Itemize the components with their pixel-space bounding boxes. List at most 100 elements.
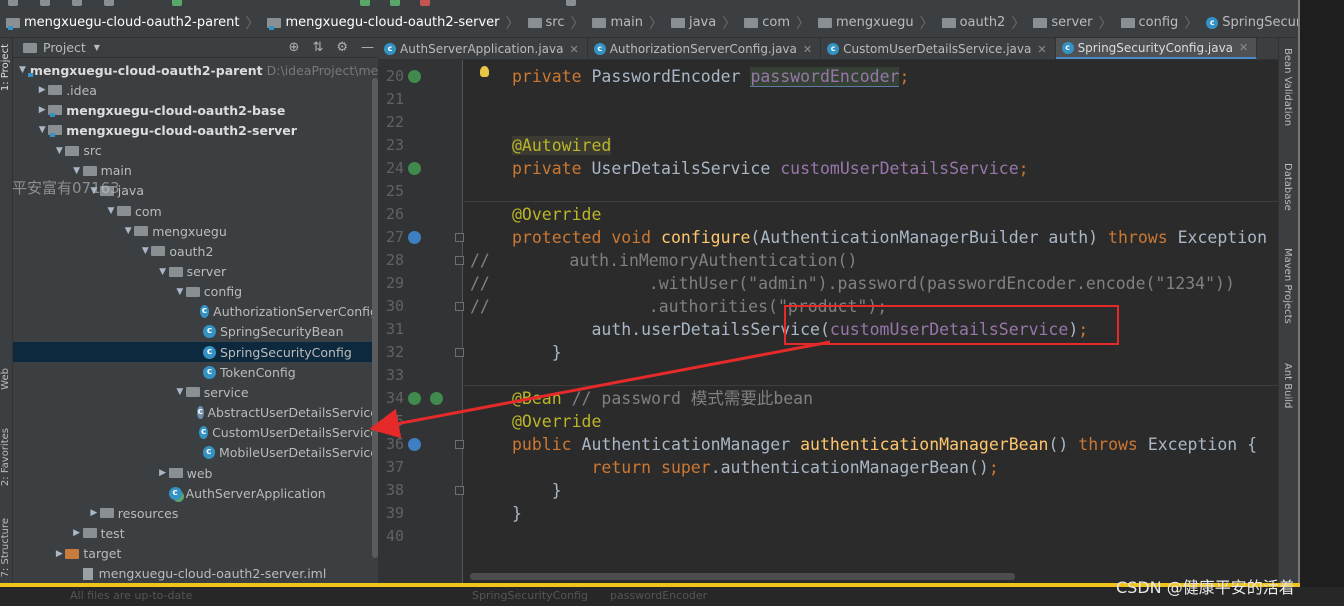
tree-item[interactable]: ▼ config <box>13 282 378 302</box>
editor-tab[interactable]: c AuthorizationServerConfig.java ✕ <box>588 38 822 59</box>
tree-item[interactable]: ▼ mengxuegu <box>13 221 378 241</box>
bean-injection-icon[interactable] <box>408 392 421 405</box>
code-line[interactable]: } <box>512 341 562 364</box>
structure-icon[interactable] <box>566 0 576 6</box>
tree-item[interactable]: ▶ target <box>13 544 378 564</box>
tree-item[interactable]: c SpringSecurityConfig <box>13 342 378 363</box>
tree-item[interactable]: ▶ .idea <box>13 80 378 100</box>
tree-item[interactable]: c MobileUserDetailsService <box>13 443 378 463</box>
code-line[interactable]: public AuthenticationManager authenticat… <box>512 433 1257 456</box>
status-breadcrumb-field[interactable]: passwordEncoder <box>610 589 707 602</box>
intention-bulb-icon[interactable] <box>480 66 489 77</box>
project-tool-tab[interactable]: 1: Project <box>0 44 13 91</box>
hide-panel-icon[interactable]: — <box>361 40 374 55</box>
expand-arrow-icon[interactable]: ▼ <box>122 226 134 236</box>
expand-arrow-icon[interactable]: ▼ <box>53 146 65 156</box>
status-breadcrumb-class[interactable]: SpringSecurityConfig <box>472 589 588 602</box>
collapse-arrow-icon[interactable]: ▶ <box>88 508 100 518</box>
editor-horizontal-scrollbar[interactable] <box>470 573 1015 580</box>
breadcrumb-item[interactable]: mengxuegu-cloud-oauth2-parent <box>4 15 241 30</box>
fold-marker-icon[interactable] <box>455 256 464 265</box>
tree-item[interactable]: ▶ mengxuegu-cloud-oauth2-base <box>13 100 378 120</box>
run-config-icon[interactable] <box>172 0 182 6</box>
expand-arrow-icon[interactable]: ▼ <box>71 166 83 176</box>
editor-tab[interactable]: c CustomUserDetailsService.java ✕ <box>821 38 1056 59</box>
collapse-arrow-icon[interactable]: ▶ <box>53 549 65 559</box>
fold-marker-icon[interactable] <box>455 486 464 495</box>
expand-arrow-icon[interactable]: ▼ <box>157 267 169 277</box>
editor-tab[interactable]: c SpringSecurityConfig.java ✕ <box>1055 38 1258 59</box>
bean-injection-icon[interactable] <box>408 162 421 175</box>
fold-marker-icon[interactable] <box>455 233 464 242</box>
tree-item[interactable]: ▼ server <box>13 262 378 282</box>
code-line[interactable]: return super.authenticationManagerBean()… <box>512 456 998 479</box>
bean-injection-icon[interactable] <box>408 70 421 83</box>
breadcrumb-item[interactable]: mengxuegu <box>816 15 916 30</box>
code-line[interactable]: private UserDetailsService customUserDet… <box>512 157 1029 180</box>
tree-item[interactable]: ▶ resources <box>13 503 378 523</box>
debug-icon[interactable] <box>390 0 400 6</box>
breadcrumb-item[interactable]: server <box>1031 15 1094 30</box>
tree-item[interactable]: ▼ service <box>13 382 378 402</box>
tree-item[interactable]: ▼ src <box>13 141 378 161</box>
gear-icon[interactable]: ⚙ <box>336 40 348 55</box>
breadcrumb-item[interactable]: cSpringSecurityConfig <box>1204 15 1300 30</box>
fold-marker-icon[interactable] <box>455 440 464 449</box>
code-line[interactable]: @Autowired <box>512 134 612 157</box>
structure-tool-tab[interactable]: 7: Structure <box>0 518 13 577</box>
tree-item[interactable]: ▼ com <box>13 201 378 221</box>
stop-icon[interactable] <box>420 0 430 6</box>
tree-item[interactable]: c TokenConfig <box>13 362 378 382</box>
tree-item[interactable]: ▼ oauth2 <box>13 241 378 261</box>
back-icon[interactable] <box>72 0 82 6</box>
code-line[interactable]: } <box>512 502 522 525</box>
collapse-all-icon[interactable]: ⇅ <box>312 40 323 55</box>
code-line[interactable]: @Bean // password 模式需要此bean <box>512 387 813 410</box>
breadcrumb-item[interactable]: oauth2 <box>940 15 1008 30</box>
tree-item[interactable]: ▶ web <box>13 463 378 483</box>
code-line[interactable]: // .withUser("admin").password(passwordE… <box>470 272 1235 295</box>
favorites-tool-tab[interactable]: 2: Favorites <box>0 428 13 486</box>
bean-validation-tool-tab[interactable]: Bean Validation <box>1282 48 1293 126</box>
breadcrumb-item[interactable]: java <box>669 15 718 30</box>
forward-icon[interactable] <box>104 0 114 6</box>
code-line[interactable]: @Override <box>512 410 601 433</box>
expand-arrow-icon[interactable]: ▼ <box>105 206 117 216</box>
scroll-from-source-icon[interactable]: ⊕ <box>289 40 300 55</box>
collapse-arrow-icon[interactable]: ▶ <box>36 105 48 115</box>
override-method-icon[interactable] <box>408 231 421 244</box>
code-line[interactable]: } <box>512 479 562 502</box>
expand-arrow-icon[interactable]: ▼ <box>139 246 151 256</box>
tree-item[interactable]: mengxuegu-cloud-oauth2-server.iml <box>13 564 378 583</box>
breadcrumb-item[interactable]: main <box>590 15 644 30</box>
collapse-arrow-icon[interactable]: ▶ <box>36 85 48 95</box>
breadcrumb-item[interactable]: config <box>1119 15 1181 30</box>
editor-tab[interactable]: c AuthServerApplication.java ✕ <box>378 38 588 59</box>
expand-arrow-icon[interactable]: ▼ <box>174 387 186 397</box>
code-line[interactable]: // auth.inMemoryAuthentication() <box>470 249 857 272</box>
collapse-arrow-icon[interactable]: ▶ <box>157 468 169 478</box>
close-icon[interactable]: ✕ <box>569 43 578 56</box>
expand-arrow-icon[interactable]: ▼ <box>36 125 48 135</box>
save-icon[interactable] <box>8 0 18 6</box>
code-line[interactable]: @Override <box>512 203 601 226</box>
expand-arrow-icon[interactable]: ▼ <box>19 65 26 75</box>
fold-marker-icon[interactable] <box>455 348 464 357</box>
fold-marker-icon[interactable] <box>455 302 464 311</box>
database-tool-tab[interactable]: Database <box>1282 163 1293 211</box>
run-icon[interactable] <box>360 0 370 6</box>
tree-item[interactable]: c AuthServerApplication <box>13 483 378 503</box>
tree-item[interactable]: c AbstractUserDetailsService <box>13 403 378 423</box>
breadcrumb-item[interactable]: com <box>742 15 792 30</box>
tree-item[interactable]: c AuthorizationServerConfig <box>13 302 378 322</box>
code-line[interactable]: private PasswordEncoder passwordEncoder; <box>512 65 909 88</box>
expand-arrow-icon[interactable]: ▼ <box>174 287 186 297</box>
sync-icon[interactable] <box>40 0 50 6</box>
tree-item[interactable]: c SpringSecurityBean <box>13 322 378 342</box>
override-method-icon[interactable] <box>408 438 421 451</box>
breadcrumb-item[interactable]: mengxuegu-cloud-oauth2-server <box>265 15 501 30</box>
breadcrumb-item[interactable]: src <box>526 15 567 30</box>
close-icon[interactable]: ✕ <box>803 43 812 56</box>
maven-projects-tool-tab[interactable]: Maven Projects <box>1282 248 1293 324</box>
close-icon[interactable]: ✕ <box>1037 43 1046 56</box>
